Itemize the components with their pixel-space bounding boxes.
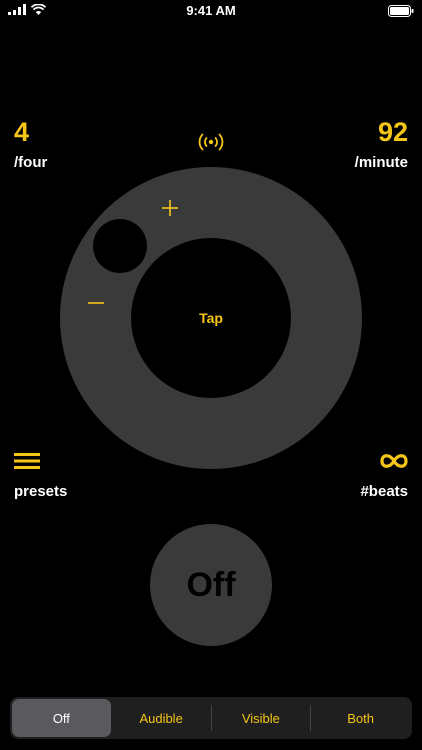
sound-waves-icon[interactable] (196, 132, 226, 152)
mode-segment-off[interactable]: Off (12, 699, 111, 737)
tap-label: Tap (199, 310, 223, 326)
tempo-value[interactable]: 92 (378, 117, 408, 148)
battery-icon (388, 5, 414, 17)
power-toggle-button[interactable]: Off (150, 524, 272, 646)
tempo-dial[interactable]: Tap (60, 167, 362, 469)
mode-segment-both[interactable]: Both (311, 699, 410, 737)
beats-per-bar-label: /four (14, 154, 48, 171)
beats-per-bar-value[interactable]: 4 (14, 117, 29, 148)
status-time: 9:41 AM (186, 3, 236, 18)
tap-tempo-button[interactable]: Tap (131, 238, 291, 398)
mode-segment-audible[interactable]: Audible (112, 699, 211, 737)
status-indicators-right (388, 4, 414, 22)
mode-selector: Off Audible Visible Both (10, 697, 412, 739)
beats-count-button[interactable]: #beats (360, 483, 408, 500)
plus-icon[interactable] (161, 199, 179, 217)
tempo-label: /minute (354, 154, 408, 171)
presets-button[interactable]: presets (14, 483, 67, 500)
dial-knob[interactable] (93, 219, 147, 273)
minus-icon[interactable] (88, 295, 104, 311)
power-toggle-label: Off (186, 565, 236, 604)
mode-segment-visible[interactable]: Visible (212, 699, 311, 737)
infinity-icon[interactable] (380, 452, 408, 470)
hamburger-menu-icon[interactable] (14, 453, 40, 469)
status-bar: 9:41 AM (0, 0, 422, 22)
